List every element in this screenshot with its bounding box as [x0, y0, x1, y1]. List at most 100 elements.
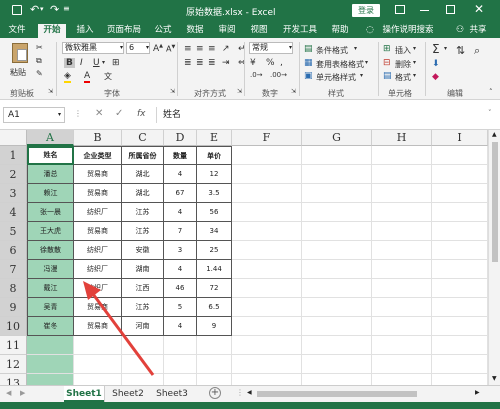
prev-sheet-icon[interactable]: ◀: [6, 389, 11, 397]
collapse-ribbon-icon[interactable]: ˄: [489, 88, 493, 96]
save-icon[interactable]: [12, 5, 22, 15]
more-options-icon: ⋮: [236, 388, 244, 397]
undo-icon[interactable]: ↶: [30, 3, 39, 16]
format-painter-icon[interactable]: ✎: [36, 69, 43, 78]
fill-color-icon[interactable]: ◈: [64, 71, 71, 83]
increase-decimal-icon[interactable]: .0→: [250, 71, 263, 79]
table-format-button[interactable]: 套用表格格式: [316, 59, 364, 70]
underline-dropdown-icon[interactable]: ▾: [102, 59, 105, 66]
minimize-icon[interactable]: [420, 10, 429, 11]
add-sheet-button[interactable]: +: [209, 387, 221, 399]
share-icon[interactable]: ⚇: [456, 25, 464, 35]
tab-review[interactable]: 审阅: [216, 24, 238, 38]
delete-cells-icon[interactable]: ⊟: [383, 58, 391, 68]
shrink-font-button[interactable]: A▼: [166, 44, 175, 54]
format-dropdown-icon[interactable]: ▾: [413, 72, 416, 79]
share-button[interactable]: 共享: [467, 24, 489, 38]
orientation-icon[interactable]: ↗: [222, 44, 230, 54]
delete-cells-button[interactable]: 删除: [395, 59, 411, 70]
align-middle-icon[interactable]: ≡: [196, 44, 204, 54]
italic-button[interactable]: I: [80, 58, 83, 68]
sort-filter-icon[interactable]: ⇅: [456, 44, 465, 57]
grow-font-button[interactable]: A▲: [153, 43, 163, 54]
tab-view[interactable]: 视图: [248, 24, 270, 38]
font-name-select[interactable]: 微软雅黑 ▾: [62, 42, 124, 54]
close-icon[interactable]: ✕: [474, 2, 484, 16]
confirm-entry-icon[interactable]: ✓: [115, 108, 123, 119]
format-cells-button[interactable]: 格式: [395, 72, 411, 83]
phonetic-icon[interactable]: 文: [104, 71, 112, 82]
clear-icon[interactable]: ◆: [432, 72, 439, 82]
sheet-tab-sheet2[interactable]: Sheet2: [108, 386, 148, 402]
insert-function-button[interactable]: fx: [137, 109, 146, 119]
conditional-format-icon[interactable]: ▤: [304, 44, 313, 54]
sheet-tab-sheet3[interactable]: Sheet3: [152, 386, 192, 402]
tab-help[interactable]: 帮助: [329, 24, 351, 38]
horizontal-scrollbar[interactable]: ◀ ▶: [245, 389, 485, 399]
autosum-button[interactable]: Σ: [432, 42, 440, 56]
align-top-icon[interactable]: ≡: [184, 44, 192, 54]
font-size-select[interactable]: 6 ▾: [126, 42, 150, 54]
tab-page-layout[interactable]: 页面布局: [103, 24, 145, 38]
tab-data[interactable]: 数据: [184, 24, 206, 38]
title-bar: ↶ ▾ ↷ ≡ 原始数据.xlsx - Excel 登录 ✕: [0, 0, 500, 22]
currency-icon[interactable]: ¥: [250, 58, 256, 68]
fill-icon[interactable]: ⬇: [432, 59, 440, 69]
align-bottom-icon[interactable]: ≡: [208, 44, 216, 54]
font-launcher-icon[interactable]: ⇲: [170, 88, 175, 95]
clipboard-launcher-icon[interactable]: ⇲: [48, 88, 53, 95]
expand-formula-icon[interactable]: ˅: [488, 109, 492, 117]
align-left-icon[interactable]: ≣: [184, 58, 192, 68]
insert-cells-icon[interactable]: ⊞: [383, 44, 391, 54]
autosum-dropdown-icon[interactable]: ▾: [444, 45, 447, 52]
align-right-icon[interactable]: ≣: [208, 58, 216, 68]
format-cells-icon[interactable]: ▤: [383, 71, 392, 81]
cut-icon[interactable]: ✂: [36, 43, 43, 52]
paste-button[interactable]: 粘贴: [10, 67, 26, 78]
cancel-entry-icon[interactable]: ✕: [95, 108, 103, 119]
number-launcher-icon[interactable]: ⇲: [291, 88, 296, 95]
cell-style-icon[interactable]: ▣: [304, 71, 313, 81]
cell-style-dropdown-icon[interactable]: ▾: [360, 72, 363, 79]
percent-button[interactable]: %: [266, 58, 275, 68]
vertical-scrollbar[interactable]: ▲ ▼: [488, 130, 500, 385]
tab-formulas[interactable]: 公式: [152, 24, 174, 38]
find-select-icon[interactable]: ⌕: [474, 44, 480, 58]
undo-dropdown-icon[interactable]: ▾: [40, 5, 44, 13]
borders-icon[interactable]: ⊞: [112, 58, 120, 68]
underline-button[interactable]: U: [93, 58, 100, 68]
name-box[interactable]: A1 ▾: [3, 107, 65, 123]
formula-input[interactable]: 姓名: [156, 107, 486, 123]
tab-insert[interactable]: 插入: [74, 24, 96, 38]
align-center-icon[interactable]: ≣: [196, 58, 204, 68]
comma-button[interactable]: ,: [280, 58, 283, 68]
copy-icon[interactable]: ⧉: [36, 56, 42, 66]
redo-icon[interactable]: ↷: [50, 3, 59, 16]
tab-developer[interactable]: 开发工具: [279, 24, 321, 38]
cell-style-button[interactable]: 单元格样式: [316, 72, 356, 83]
insert-dropdown-icon[interactable]: ▾: [413, 45, 416, 52]
number-format-select[interactable]: 常规 ▾: [249, 42, 293, 54]
conditional-format-button[interactable]: 条件格式: [316, 45, 348, 56]
tab-file[interactable]: 文件: [6, 24, 28, 38]
alignment-launcher-icon[interactable]: ⇲: [237, 88, 242, 95]
insert-cells-button[interactable]: 插入: [395, 45, 411, 56]
table-format-dropdown-icon[interactable]: ▾: [365, 59, 368, 66]
tab-home[interactable]: 开始: [38, 24, 66, 38]
customize-qat-icon[interactable]: ≡: [63, 4, 70, 13]
table-format-icon[interactable]: ▦: [304, 58, 313, 68]
tell-me-search[interactable]: 操作说明搜索: [377, 24, 439, 38]
maximize-icon[interactable]: [446, 5, 455, 14]
decrease-decimal-icon[interactable]: .00→: [270, 71, 287, 79]
sheet-tab-sheet1[interactable]: Sheet1: [64, 386, 104, 402]
conditional-format-dropdown-icon[interactable]: ▾: [354, 45, 357, 52]
delete-dropdown-icon[interactable]: ▾: [413, 59, 416, 66]
login-button[interactable]: 登录: [352, 4, 380, 17]
next-sheet-icon[interactable]: ▶: [20, 389, 25, 397]
font-color-icon[interactable]: A: [84, 71, 91, 83]
paste-icon[interactable]: [12, 43, 28, 63]
ribbon-display-icon[interactable]: [395, 5, 405, 14]
indent-icon[interactable]: ⇥: [222, 58, 230, 68]
bold-button[interactable]: B: [64, 58, 75, 68]
worksheet-grid[interactable]: ABCDEFGHI 1234567891011121314 姓名企业类型所属省份…: [0, 130, 500, 385]
